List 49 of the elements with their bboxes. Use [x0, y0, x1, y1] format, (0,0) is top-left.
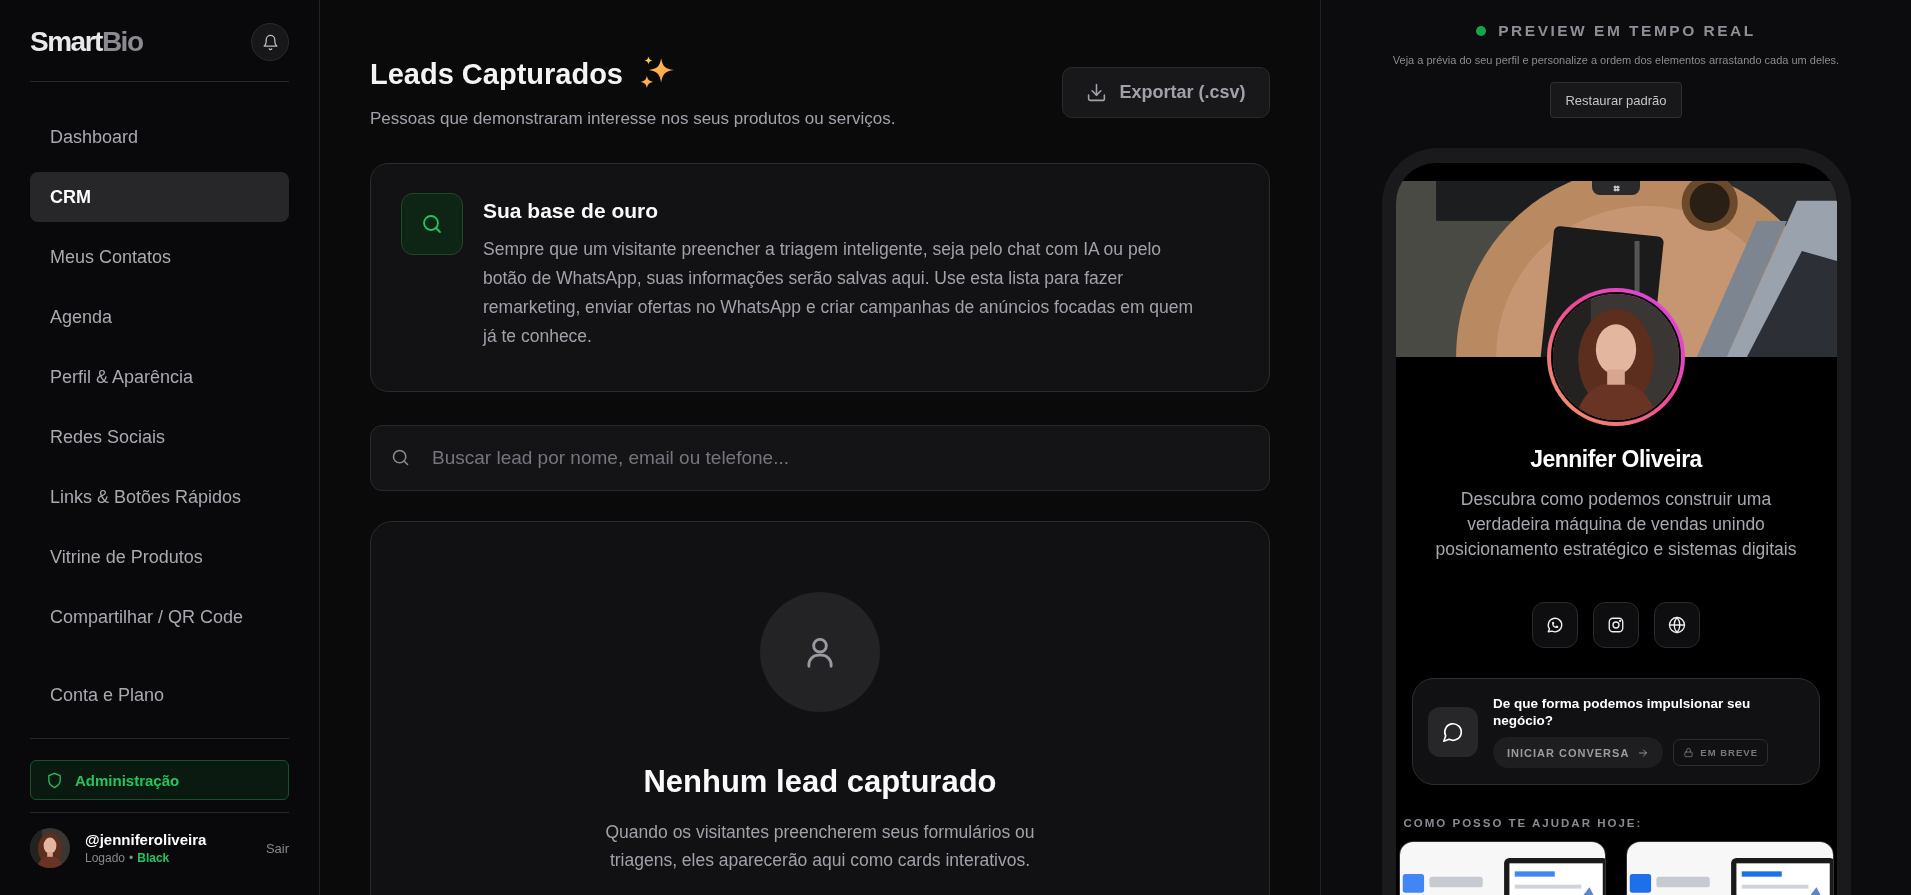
search-icon: [420, 212, 444, 236]
whatsapp-icon: [1546, 616, 1564, 634]
logout-link[interactable]: Sair: [265, 840, 289, 856]
empty-title: Nenhum lead capturado: [643, 764, 997, 800]
card-title: Sua base de ouro: [483, 199, 660, 223]
admin-button[interactable]: Administração: [30, 760, 289, 800]
sidebar-item[interactable]: Compartilhar / QR Code: [30, 592, 289, 642]
card-text: Sempre que um visitante preencher a triagem inteligente, seja pelo chat com IA ou pelo botão de WhatsApp, suas informações serão salvas aqui. Use esta lista para fazer remarketing, enviar ofertas no WhatsApp e criar campanhas de anúncios focadas em quem já te conhece.: [483, 238, 1195, 348]
separator-dot: •: [129, 851, 134, 865]
search-field[interactable]: Buscar lead por nome, email ou telefone...: [370, 425, 1270, 491]
logo: SmartBio: [30, 26, 143, 58]
export-button[interactable]: Exportar (.csv): [1062, 67, 1270, 118]
services-heading: COMO POSSO TE AJUDAR HOJE:: [1403, 817, 1643, 829]
sidebar-item[interactable]: Vitrine de Produtos: [30, 532, 289, 582]
sidebar-item[interactable]: Perfil & Aparência: [30, 352, 289, 402]
coming-soon-badge: EM BREVE: [1673, 739, 1768, 766]
notification-button[interactable]: [251, 23, 289, 61]
sidebar-item[interactable]: Dashboard: [30, 112, 289, 162]
chat-icon: [1442, 720, 1464, 743]
page-title: Leads Capturados: [370, 57, 623, 91]
social-button[interactable]: [1532, 602, 1578, 648]
login-status: Logado: [85, 851, 126, 865]
social-button[interactable]: [1593, 602, 1639, 648]
sidebar-item[interactable]: Redes Sociais: [30, 412, 289, 462]
shield-icon: [46, 771, 63, 789]
profile-name: Jennifer Oliveira: [1530, 446, 1702, 473]
social-button[interactable]: [1654, 602, 1700, 648]
sidebar-item[interactable]: Links & Botões Rápidos: [30, 472, 289, 522]
live-dot: [1476, 26, 1487, 36]
download-icon: [1086, 82, 1108, 103]
profile-bio: Descubra como podemos construir uma verdadeira máquina de vendas unindo posicionamento estratégico e sistemas digitais: [1434, 488, 1798, 561]
preview-subtitle: Veja a prévia do seu perfil e personalize a ordem dos elementos arrastando cada um deles.: [1392, 54, 1840, 66]
sidebar-item[interactable]: Meus Contatos: [30, 232, 289, 282]
sidebar-item[interactable]: Conta e Plano: [30, 670, 289, 720]
empty-text: Quando os visitantes preencherem seus formulários ou triagens, eles aparecerão aqui como cards interativos.: [604, 821, 1036, 872]
instagram-icon: [1607, 616, 1625, 634]
arrow-icon: [1637, 746, 1650, 759]
preview-title: PREVIEW EM TEMPO REAL: [1498, 22, 1756, 40]
globe-icon: [1668, 616, 1686, 634]
sidebar-item[interactable]: Agenda: [30, 292, 289, 342]
bell-icon: [261, 33, 279, 51]
username: @jenniferoliveira: [85, 831, 208, 848]
start-chat-button[interactable]: INICIAR CONVERSA: [1493, 737, 1664, 768]
plan-label: Black: [137, 851, 170, 865]
restore-button[interactable]: Restaurar padrão: [1550, 82, 1682, 118]
lock-icon: [1683, 747, 1695, 758]
chat-title: De que forma podemos impulsionar seu negócio?: [1493, 695, 1752, 729]
page-subtitle: Pessoas que demonstraram interesse nos seus produtos ou serviços.: [370, 109, 896, 129]
sidebar-item[interactable]: CRM: [30, 172, 289, 222]
